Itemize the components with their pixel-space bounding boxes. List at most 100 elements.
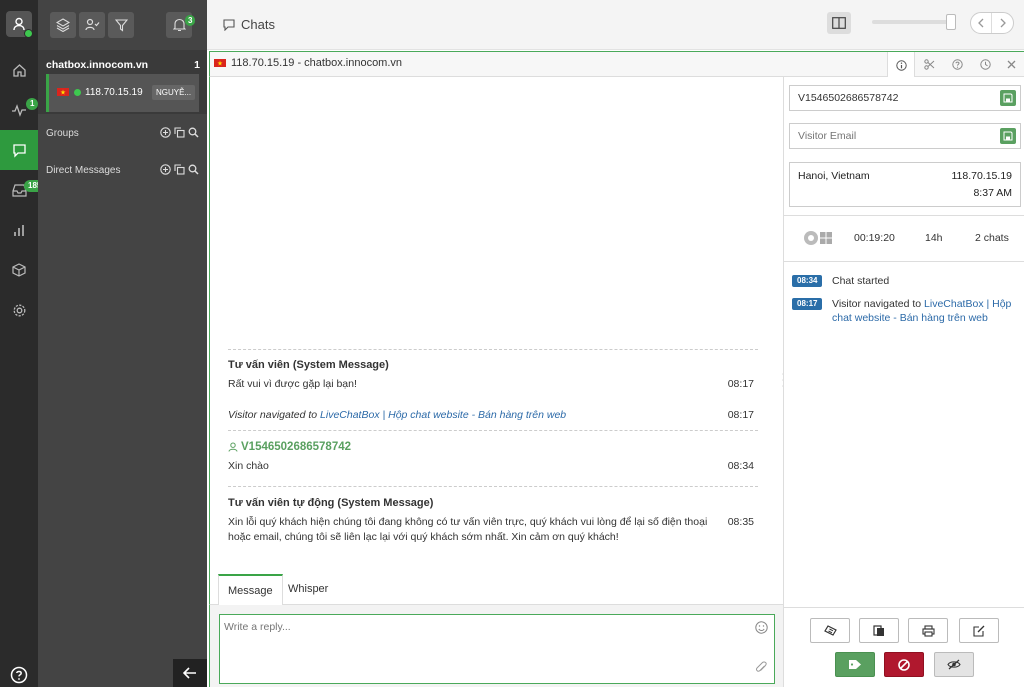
reports-button[interactable] xyxy=(0,210,38,250)
location-box: Hanoi, Vietnam 118.70.15.19 8:37 AM xyxy=(789,162,1021,207)
search-direct-icon[interactable] xyxy=(188,164,199,175)
info-tab[interactable] xyxy=(887,52,915,78)
message-sender: Tư vấn viên (System Message) xyxy=(228,359,389,371)
add-direct-message-icon[interactable] xyxy=(160,164,171,175)
visitor-sidebar: Hanoi, Vietnam 118.70.15.19 8:37 AM 00:1… xyxy=(783,77,1024,687)
visitor-location: Hanoi, Vietnam xyxy=(798,170,870,182)
emoji-button[interactable] xyxy=(755,621,768,634)
close-chat-tab[interactable] xyxy=(997,52,1024,77)
vietnam-flag-icon xyxy=(214,59,226,67)
activity-icon xyxy=(12,104,26,117)
divider xyxy=(784,215,1024,216)
message-sender: Tư vấn viên tự động (System Message) xyxy=(228,497,434,509)
users-check-button[interactable] xyxy=(79,12,105,38)
chat-tab-bar: 118.70.15.19 - chatbox.innocom.vn xyxy=(209,51,1024,78)
layers-button[interactable] xyxy=(50,12,76,38)
message-group: V1546502686578742 Xin chào 08:34 xyxy=(228,441,758,474)
message-text: Xin chào 08:34 xyxy=(228,459,758,474)
edit-button[interactable] xyxy=(959,618,999,643)
clock-icon xyxy=(979,59,991,70)
divider xyxy=(784,607,1024,608)
activity-button[interactable]: 1 xyxy=(0,90,39,130)
message-divider xyxy=(228,349,758,350)
block-visitor-button[interactable] xyxy=(884,652,924,677)
search-groups-icon[interactable] xyxy=(188,127,199,138)
arrow-left-icon xyxy=(183,667,196,679)
left-rail: 1 185 xyxy=(0,0,46,687)
gear-icon xyxy=(13,304,25,316)
home-button[interactable] xyxy=(0,50,38,90)
help-icon xyxy=(10,666,28,684)
event-text: Chat started xyxy=(832,275,890,287)
cube-icon xyxy=(12,263,26,277)
divider xyxy=(784,261,1024,262)
label-button[interactable] xyxy=(835,652,875,677)
notifications-button[interactable]: 3 xyxy=(166,12,196,38)
bar-chart-icon xyxy=(13,224,24,236)
attach-button[interactable] xyxy=(755,661,768,674)
visitor-online-dot xyxy=(74,89,81,96)
chat-tab[interactable]: 118.70.15.19 - chatbox.innocom.vn xyxy=(214,57,402,69)
info-icon xyxy=(895,59,907,71)
tag-button[interactable] xyxy=(810,618,850,643)
visitor-name-field xyxy=(789,85,1021,111)
visitor-name-input[interactable] xyxy=(790,86,995,110)
user-status-button[interactable] xyxy=(0,4,38,44)
next-button[interactable] xyxy=(992,13,1013,33)
tab-message[interactable]: Message xyxy=(218,574,283,605)
page-title-text: Chats xyxy=(241,17,275,32)
home-icon xyxy=(12,63,26,77)
reply-input[interactable] xyxy=(219,614,775,684)
copy-direct-icon[interactable] xyxy=(174,164,185,175)
tag-icon xyxy=(849,660,861,669)
prev-button[interactable] xyxy=(971,13,993,33)
navigation-link[interactable]: LiveChatBox | Hộp chat website - Bán hàn… xyxy=(320,409,566,421)
zoom-slider[interactable] xyxy=(872,14,956,30)
settings-button[interactable] xyxy=(0,290,38,330)
tab-whisper[interactable]: Whisper xyxy=(279,574,337,605)
activity-badge: 1 xyxy=(26,98,39,110)
filter-button[interactable] xyxy=(108,12,134,38)
online-status-dot xyxy=(24,29,33,38)
chat-tab-title: 118.70.15.19 - chatbox.innocom.vn xyxy=(231,57,403,69)
message-time: 08:17 xyxy=(727,378,754,390)
smiley-icon xyxy=(755,621,768,634)
save-email-button[interactable] xyxy=(1000,128,1016,144)
message-group: Tư vấn viên (System Message) Rất vui vì … xyxy=(228,359,758,392)
page-title: Chats xyxy=(223,17,275,32)
message-pane: Tư vấn viên (System Message) Rất vui vì … xyxy=(209,77,783,572)
apps-button[interactable] xyxy=(0,250,38,290)
windows-icon xyxy=(820,232,832,244)
bell-icon xyxy=(172,18,186,32)
vietnam-flag-icon xyxy=(57,88,69,96)
save-name-button[interactable] xyxy=(1000,90,1016,106)
history-tab[interactable] xyxy=(971,52,999,77)
chrome-icon xyxy=(804,231,818,245)
top-bar: Chats xyxy=(207,0,1024,50)
copy-button[interactable] xyxy=(859,618,899,643)
print-button[interactable] xyxy=(908,618,948,643)
visitor-sender-name: V1546502686578742 xyxy=(241,441,352,453)
visitor-chat-item[interactable]: 118.70.15.19 NGUYỄ... xyxy=(46,74,199,112)
transfer-tab[interactable] xyxy=(915,52,943,77)
composer xyxy=(209,605,783,687)
help-tab[interactable] xyxy=(943,52,971,77)
user-icon xyxy=(228,442,238,452)
direct-messages-label: Direct Messages xyxy=(46,165,121,176)
help-button[interactable] xyxy=(0,655,38,687)
visitor-email-input[interactable] xyxy=(790,124,995,148)
save-icon xyxy=(1003,131,1013,141)
block-icon xyxy=(898,658,910,671)
inbox-button[interactable]: 185 xyxy=(0,170,46,210)
copy-groups-icon[interactable] xyxy=(174,127,185,138)
zoom-slider-handle[interactable] xyxy=(946,14,956,30)
chats-button[interactable] xyxy=(0,130,38,170)
visitor-local-time: 8:37 AM xyxy=(973,187,1012,199)
ticket-icon xyxy=(823,625,837,636)
timeline-event: 08:34 Chat started xyxy=(792,274,1018,288)
collapse-panel-button[interactable] xyxy=(173,659,207,687)
message-body: Rất vui vì được gặp lại bạn! xyxy=(228,378,357,390)
layout-toggle-button[interactable] xyxy=(827,12,851,34)
hide-button[interactable] xyxy=(934,652,974,677)
add-group-icon[interactable] xyxy=(160,127,171,138)
